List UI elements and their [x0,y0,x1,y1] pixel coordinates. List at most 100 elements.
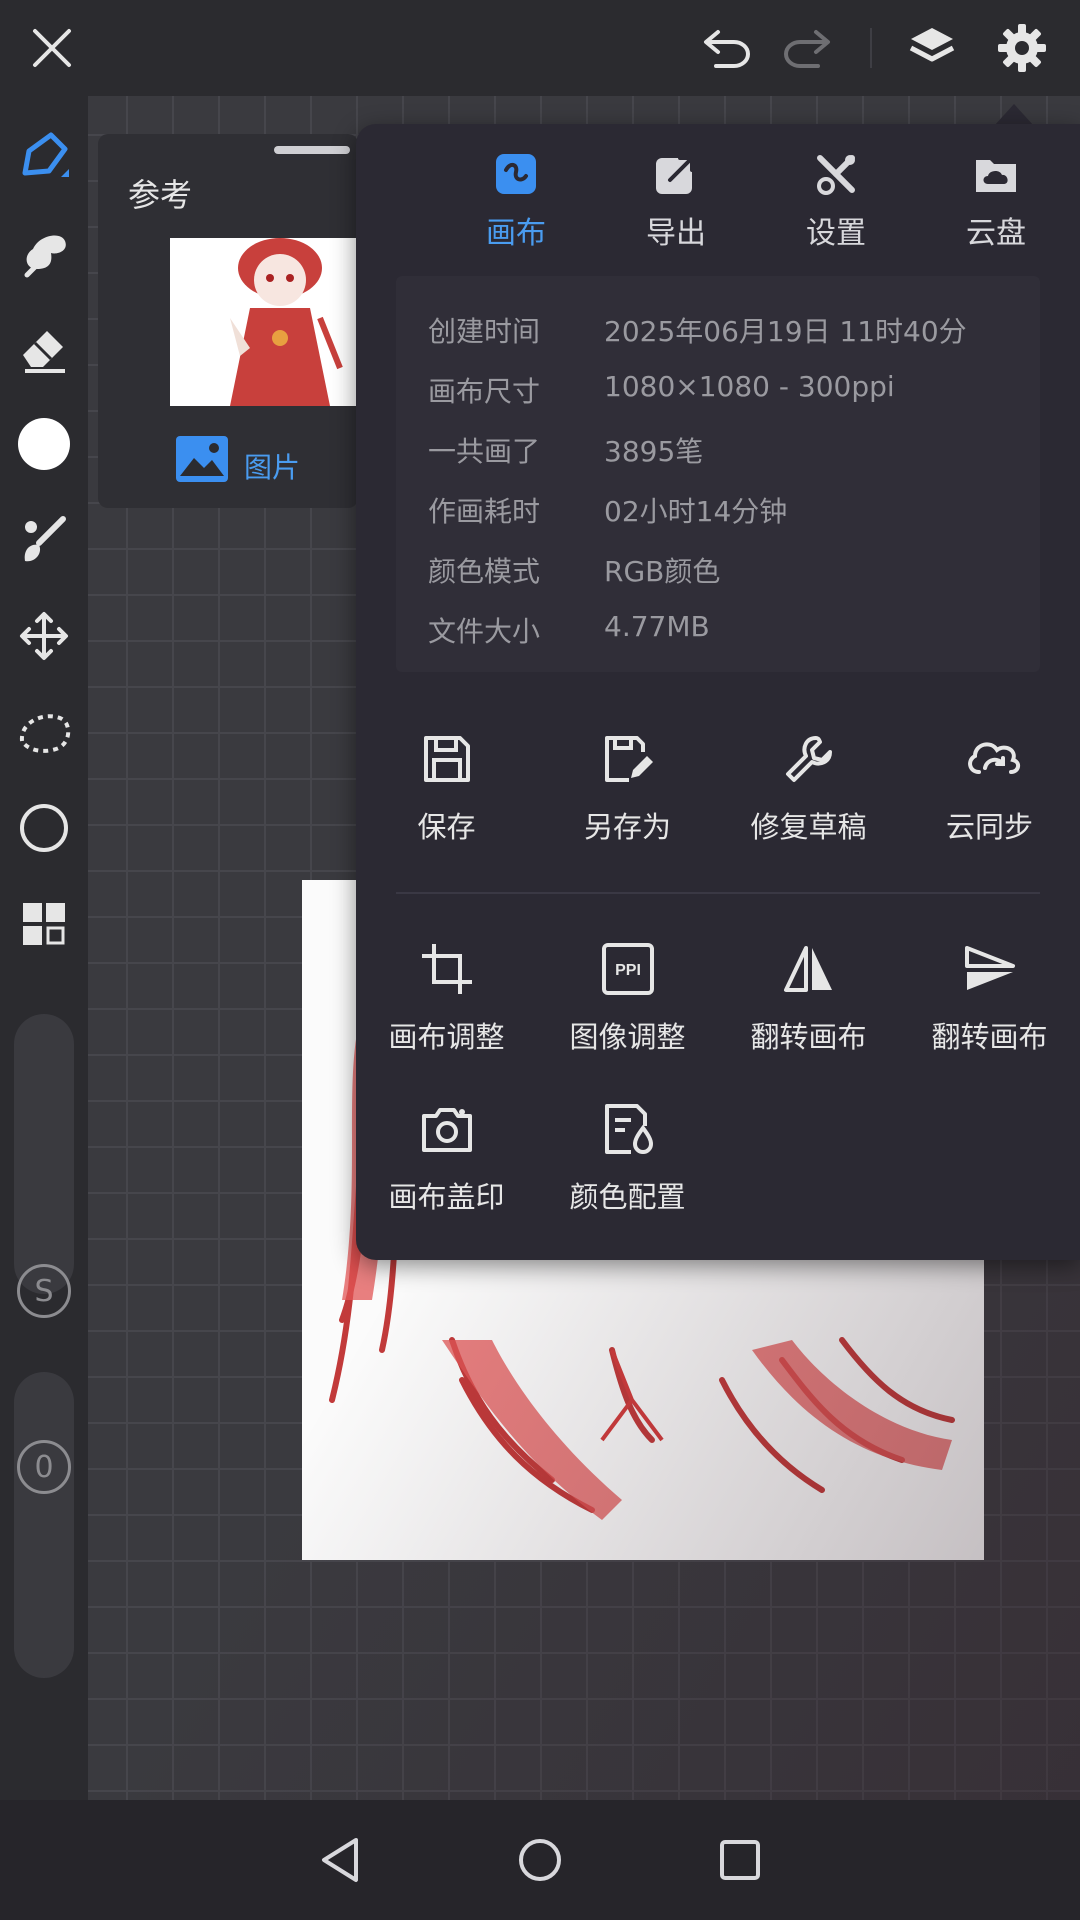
brush-size-badge[interactable]: S [17,1264,71,1318]
gear-icon[interactable] [992,18,1052,78]
smudge-tool-icon[interactable] [14,222,74,282]
move-tool-icon[interactable] [14,606,74,666]
export-icon [654,152,698,196]
opacity-slider[interactable] [14,1372,74,1678]
brush-size-slider[interactable] [14,1014,74,1294]
save-icon [420,732,474,786]
shape-tool-icon[interactable] [14,798,74,858]
reference-panel: 参考 图片 [98,134,358,508]
grid-panel-icon[interactable] [14,894,74,954]
pen-tool-icon[interactable] [14,126,74,186]
save-as-label: 另存为 [583,810,671,844]
svg-text:PPI: PPI [615,962,641,979]
menu-tabs: 画布 导出 设置 云盘 [356,124,1080,264]
info-key: 颜色模式 [428,555,541,588]
tab-settings-label: 设置 [806,216,866,251]
info-key: 创建时间 [428,315,541,348]
flip-vertical-label: 翻转画布 [931,1020,1048,1054]
color-swatch[interactable] [14,414,74,474]
eraser-tool-icon[interactable] [14,318,74,378]
color-profile-icon [601,1102,655,1156]
info-value: 2025年06月19日 11时40分 [604,315,967,348]
cloud-sync-icon [963,732,1020,786]
canvas-stamp-button[interactable]: 画布盖印 [356,1102,537,1222]
image-adjust-label: 图像调整 [569,1020,686,1054]
back-icon[interactable] [310,1830,370,1890]
left-toolbar: S 0 [0,96,88,1800]
opacity-badge-label: 0 [34,1449,54,1485]
size-badge-label: S [34,1273,54,1309]
info-value: 4.77MB [604,610,710,643]
top-toolbar [0,0,1080,96]
info-key: 画布尺寸 [428,375,541,408]
camera-icon [420,1102,474,1156]
opacity-badge[interactable]: 0 [17,1440,71,1494]
system-nav-bar [0,1800,1080,1920]
info-value: RGB颜色 [604,555,721,588]
flip-vertical-button[interactable]: 翻转画布 [899,942,1080,1062]
tab-cloud[interactable]: 云盘 [916,152,1076,252]
tab-export-label: 导出 [646,216,706,251]
info-row-size: 画布尺寸 1080×1080 - 300ppi [428,370,1028,410]
reference-thumbnail[interactable] [170,238,358,406]
ppi-icon: PPI [601,942,655,996]
save-label: 保存 [417,810,476,844]
layers-icon[interactable] [902,18,962,78]
info-key: 文件大小 [428,615,541,648]
info-row-strokes: 一共画了 3895笔 [428,430,1028,470]
info-key: 作画耗时 [428,495,541,528]
canvas-adjust-button[interactable]: 画布调整 [356,942,537,1062]
repair-draft-label: 修复草稿 [750,810,867,844]
popup-pointer [994,104,1034,126]
recents-icon[interactable] [710,1830,770,1890]
crop-icon [420,942,474,996]
color-profile-button[interactable]: 颜色配置 [537,1102,718,1222]
tab-canvas[interactable]: 画布 [436,152,596,252]
save-button[interactable]: 保存 [356,732,537,852]
tab-canvas-label: 画布 [486,216,546,251]
flip-horizontal-label: 翻转画布 [750,1020,867,1054]
image-button-label[interactable]: 图片 [244,446,300,486]
section-divider [396,892,1040,894]
undo-icon[interactable] [698,18,758,78]
info-row-created: 创建时间 2025年06月19日 11时40分 [428,310,1028,350]
toolbar-divider [870,28,872,68]
flip-vertical-icon [963,942,1017,996]
save-as-icon [601,732,655,786]
flip-horizontal-icon [782,942,836,996]
info-key: 一共画了 [428,435,541,468]
info-value: 3895笔 [604,435,704,468]
cloud-sync-button[interactable]: 云同步 [899,732,1080,852]
canvas-info-box: 创建时间 2025年06月19日 11时40分 画布尺寸 1080×1080 -… [396,276,1040,672]
lasso-selection-icon[interactable] [14,702,74,762]
repair-draft-button[interactable]: 修复草稿 [718,732,899,852]
cloud-sync-label: 云同步 [945,810,1033,844]
info-row-color-mode: 颜色模式 RGB颜色 [428,550,1028,590]
canvas-menu-popup: 画布 导出 设置 云盘 创建时间 2025年06月19日 11时40分 画布尺寸… [356,124,1080,1260]
cloud-drive-icon [974,152,1018,196]
color-profile-label: 颜色配置 [569,1180,686,1214]
reference-title: 参考 [128,176,193,214]
tools-icon [814,152,858,196]
brush-settings-icon[interactable] [14,510,74,570]
info-row-duration: 作画耗时 02小时14分钟 [428,490,1028,530]
canvas-stamp-label: 画布盖印 [388,1180,505,1214]
canvas-tab-icon [494,152,538,196]
tab-cloud-label: 云盘 [966,216,1026,251]
close-icon[interactable] [22,18,82,78]
home-icon[interactable] [510,1830,570,1890]
redo-icon[interactable] [776,18,836,78]
image-icon[interactable] [174,434,230,484]
flip-horizontal-button[interactable]: 翻转画布 [718,942,899,1062]
tab-export[interactable]: 导出 [596,152,756,252]
wrench-icon [782,732,836,786]
tab-settings[interactable]: 设置 [756,152,916,252]
save-as-button[interactable]: 另存为 [537,732,718,852]
image-adjust-button[interactable]: PPI 图像调整 [537,942,718,1062]
drag-handle[interactable] [274,146,350,154]
info-row-file-size: 文件大小 4.77MB [428,610,1028,650]
reference-artwork [230,238,343,406]
info-value: 1080×1080 - 300ppi [604,370,895,403]
info-value: 02小时14分钟 [604,495,788,528]
canvas-adjust-label: 画布调整 [388,1020,505,1054]
